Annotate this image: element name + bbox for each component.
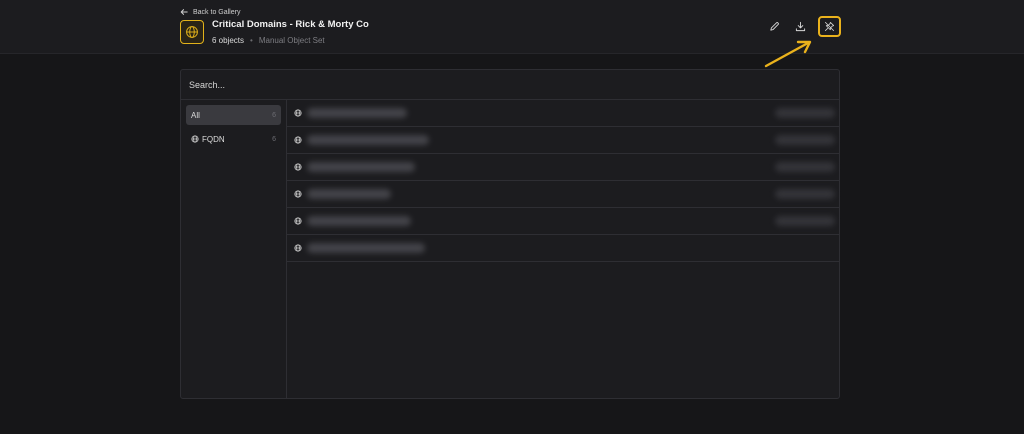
redacted-object-meta bbox=[775, 162, 835, 172]
redacted-object-name bbox=[307, 216, 411, 226]
list-item[interactable] bbox=[287, 208, 839, 235]
back-to-gallery-link[interactable]: Back to Gallery bbox=[180, 6, 240, 18]
redacted-object-meta bbox=[775, 216, 835, 226]
globe-icon bbox=[294, 244, 302, 252]
edit-button[interactable] bbox=[764, 16, 784, 36]
back-link-label: Back to Gallery bbox=[193, 8, 241, 16]
header-toolbar bbox=[764, 16, 841, 37]
globe-icon bbox=[294, 163, 302, 171]
redacted-object-name bbox=[307, 243, 425, 253]
list-item[interactable] bbox=[287, 235, 839, 262]
pencil-icon bbox=[769, 21, 779, 31]
search-input[interactable] bbox=[189, 79, 789, 90]
object-set-folder-icon bbox=[180, 20, 204, 44]
object-count: 6 objects bbox=[212, 36, 245, 45]
download-icon bbox=[795, 21, 805, 31]
object-set-panel: All 6 FQDN 6 bbox=[180, 69, 840, 399]
filter-count: 6 bbox=[272, 135, 276, 143]
globe-icon bbox=[294, 136, 302, 144]
globe-icon bbox=[294, 109, 302, 117]
filter-label: FQDN bbox=[202, 134, 225, 144]
page-title: Critical Domains - Rick & Morty Co bbox=[212, 19, 369, 30]
filter-item-all[interactable]: All 6 bbox=[186, 105, 281, 125]
object-set-meta: 6 objects • Manual Object Set bbox=[212, 36, 325, 45]
object-list bbox=[287, 100, 839, 262]
globe-icon bbox=[186, 26, 198, 38]
meta-separator: • bbox=[250, 36, 253, 45]
arrow-left-icon bbox=[180, 9, 188, 15]
globe-icon bbox=[294, 217, 302, 225]
list-item[interactable] bbox=[287, 127, 839, 154]
type-filter-list: All 6 FQDN 6 bbox=[181, 100, 287, 398]
redacted-object-meta bbox=[775, 189, 835, 199]
page-header: Back to Gallery Critical Domains - Rick … bbox=[0, 0, 1024, 54]
filter-label: All bbox=[191, 110, 200, 120]
search-bar bbox=[181, 70, 839, 100]
unpin-icon bbox=[824, 21, 835, 32]
download-button[interactable] bbox=[790, 16, 810, 36]
list-item[interactable] bbox=[287, 181, 839, 208]
redacted-object-name bbox=[307, 108, 407, 118]
globe-icon bbox=[294, 190, 302, 198]
list-item[interactable] bbox=[287, 100, 839, 127]
annotation-arrow-icon bbox=[764, 40, 812, 68]
unpin-button[interactable] bbox=[818, 16, 841, 37]
object-set-type: Manual Object Set bbox=[258, 36, 325, 45]
filter-item-fqdn[interactable]: FQDN 6 bbox=[186, 129, 281, 149]
redacted-object-name bbox=[307, 135, 429, 145]
redacted-object-name bbox=[307, 189, 391, 199]
redacted-object-name bbox=[307, 162, 415, 172]
redacted-object-meta bbox=[775, 135, 835, 145]
redacted-object-meta bbox=[775, 108, 835, 118]
list-item[interactable] bbox=[287, 154, 839, 181]
filter-count: 6 bbox=[272, 111, 276, 119]
globe-icon bbox=[191, 135, 199, 143]
